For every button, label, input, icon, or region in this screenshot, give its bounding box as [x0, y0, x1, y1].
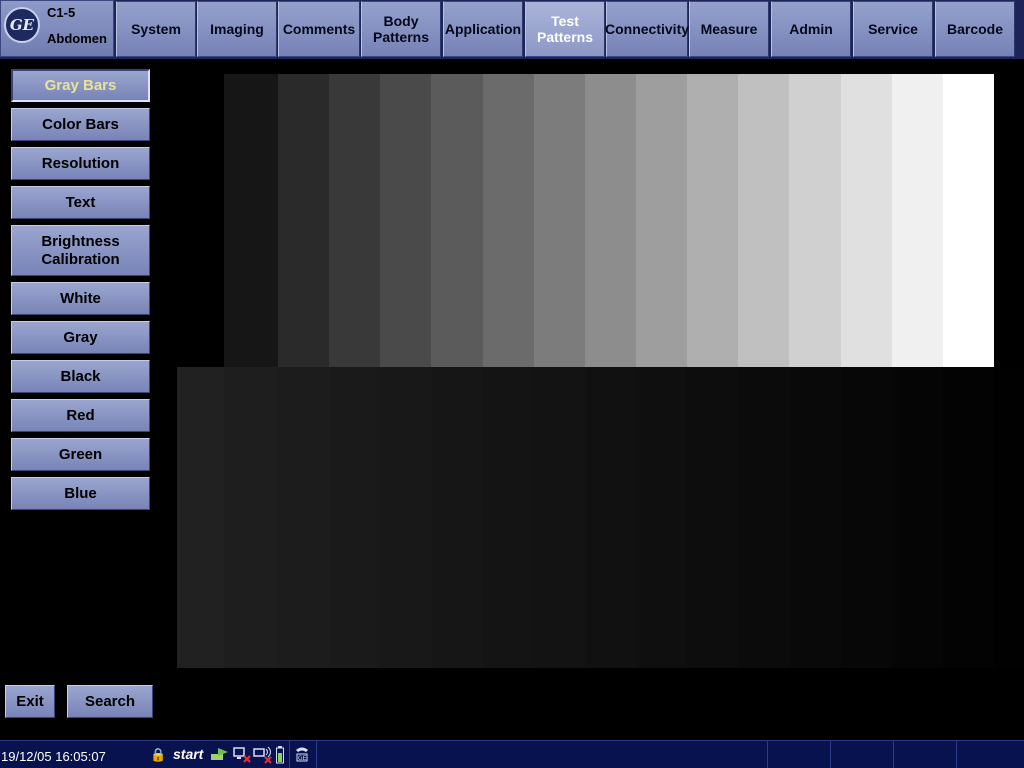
tab-imaging[interactable]: Imaging	[197, 1, 277, 57]
ge-logo-icon: GE	[4, 7, 40, 43]
preset-label: Abdomen	[47, 31, 107, 46]
gray-bar-bottom-3	[329, 367, 380, 668]
gray-bar-top-0	[224, 74, 278, 367]
gray-bar-bottom-13	[841, 367, 892, 668]
gray-bar-bottom-11	[738, 367, 790, 668]
gray-bar-bottom-2	[278, 367, 329, 668]
gray-bar-top-8	[636, 74, 687, 367]
gray-bar-bottom-4	[380, 367, 432, 668]
resolution-button[interactable]: Resolution	[11, 147, 150, 180]
green-button[interactable]: Green	[11, 438, 150, 471]
gray-bar-top-7	[585, 74, 636, 367]
gray-bar-bottom-7	[534, 367, 585, 668]
probe-preset-panel: GE C1-5 Abdomen	[0, 0, 114, 57]
gray-bar-top-6	[534, 74, 585, 367]
tab-barcode[interactable]: Barcode	[935, 1, 1015, 57]
gray-bars-pattern-top	[224, 74, 994, 367]
gray-bars-pattern-bottom	[177, 367, 1024, 668]
gray-bar-bottom-15	[943, 367, 994, 668]
gray-bar-top-11	[789, 74, 841, 367]
top-menu-bar: GE C1-5 Abdomen System Imaging Comments …	[0, 0, 1024, 59]
start-button[interactable]: start	[173, 746, 203, 762]
gray-bar-top-2	[329, 74, 380, 367]
gray-bar-bottom-12	[790, 367, 841, 668]
brightness-calibration-button[interactable]: Brightness Calibration	[11, 225, 150, 276]
tab-comments[interactable]: Comments	[278, 1, 360, 57]
gray-bar-top-4	[431, 74, 483, 367]
probe-label: C1-5	[47, 5, 76, 20]
gray-bar-top-14	[943, 74, 994, 367]
gray-bar-bottom-0	[177, 367, 224, 668]
gray-bar-top-1	[278, 74, 329, 367]
lock-icon: 🔒	[150, 747, 167, 762]
tab-application[interactable]: Application	[443, 1, 523, 57]
battery-icon	[276, 746, 284, 767]
gray-bar-top-3	[380, 74, 431, 367]
gray-bar-bottom-6	[483, 367, 534, 668]
network-icon	[210, 746, 230, 765]
phone-label: GE	[298, 755, 307, 762]
gray-bar-bottom-5	[432, 367, 483, 668]
gray-bar-bottom-16	[994, 367, 1024, 668]
white-button[interactable]: White	[11, 282, 150, 315]
tab-system[interactable]: System	[116, 1, 196, 57]
gray-bar-top-9	[687, 74, 738, 367]
black-button[interactable]: Black	[11, 360, 150, 393]
status-bar: 19/12/05 16:05:07 🔒 start GE	[0, 740, 1024, 768]
red-button[interactable]: Red	[11, 399, 150, 432]
tab-measure[interactable]: Measure	[689, 1, 769, 57]
tab-service[interactable]: Service	[853, 1, 933, 57]
gray-bar-bottom-8	[585, 367, 636, 668]
wireless-disconnected-icon	[252, 746, 274, 767]
gray-button[interactable]: Gray	[11, 321, 150, 354]
blue-button[interactable]: Blue	[11, 477, 150, 510]
tab-connectivity[interactable]: Connectivity	[605, 1, 689, 57]
gray-bar-bottom-14	[892, 367, 943, 668]
datetime-display: 19/12/05 16:05:07	[1, 749, 106, 764]
search-button[interactable]: Search	[67, 685, 153, 718]
gray-bar-bottom-1	[224, 367, 278, 668]
color-bars-button[interactable]: Color Bars	[11, 108, 150, 141]
network-disconnected-icon	[232, 746, 252, 767]
gray-bar-bottom-9	[636, 367, 687, 668]
gray-bars-button[interactable]: Gray Bars	[11, 69, 150, 102]
gray-bar-top-12	[841, 74, 892, 367]
phone-icon: GE	[294, 745, 310, 766]
gray-bar-bottom-10	[687, 367, 738, 668]
tab-admin[interactable]: Admin	[771, 1, 851, 57]
exit-button[interactable]: Exit	[5, 685, 55, 718]
tab-test-patterns[interactable]: Test Patterns	[525, 1, 605, 57]
text-button[interactable]: Text	[11, 186, 150, 219]
gray-bar-top-10	[738, 74, 789, 367]
tab-body-patterns[interactable]: Body Patterns	[361, 1, 441, 57]
gray-bar-top-13	[892, 74, 943, 367]
gray-bar-top-5	[483, 74, 534, 367]
